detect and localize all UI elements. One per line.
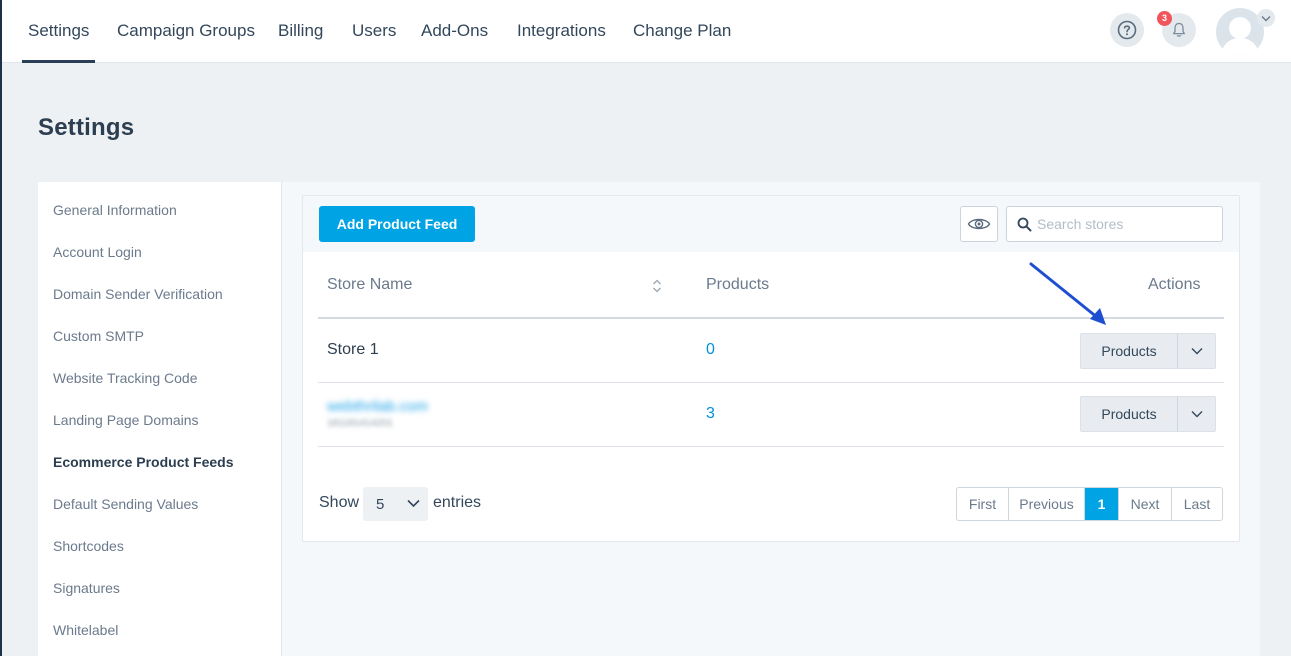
account-menu-toggle[interactable]	[1257, 9, 1275, 27]
window-edge	[0, 0, 2, 656]
entries-label: entries	[433, 494, 482, 511]
arrow-annotation	[1029, 262, 1106, 325]
pagination: First Previous 1 Next Last	[956, 487, 1223, 521]
row-divider	[318, 446, 1224, 447]
nav-tab-settings[interactable]: Settings	[21, 0, 96, 63]
table-row-2-products-button[interactable]: Products	[1081, 397, 1177, 431]
chevron-down-icon	[407, 499, 420, 508]
column-header-store-name[interactable]: Store Name	[327, 276, 412, 294]
nav-tab-integrations[interactable]: Integrations	[517, 0, 606, 63]
page-size-value: 5	[376, 496, 385, 513]
table-row-2-products-split-button: Products	[1080, 396, 1216, 432]
table-row-2-actions-dropdown[interactable]	[1178, 397, 1215, 431]
toggle-visibility-button[interactable]	[960, 206, 998, 242]
search-icon	[1017, 217, 1032, 232]
pagination-last[interactable]: Last	[1172, 488, 1222, 520]
nav-tab-billing[interactable]: Billing	[278, 0, 323, 63]
eye-icon	[967, 218, 991, 230]
sidebar-item-website-tracking-code[interactable]: Website Tracking Code	[53, 370, 197, 386]
nav-tab-add-ons[interactable]: Add-Ons	[421, 0, 488, 63]
nav-tab-users[interactable]: Users	[352, 0, 396, 63]
bell-icon	[1172, 22, 1186, 37]
pagination-page-1[interactable]: 1	[1085, 488, 1119, 520]
show-label: Show	[319, 494, 360, 511]
sidebar-item-shortcodes[interactable]: Shortcodes	[53, 538, 124, 554]
sidebar-item-custom-smtp[interactable]: Custom SMTP	[53, 328, 144, 344]
column-header-products: Products	[706, 276, 770, 293]
chevron-down-icon	[1191, 348, 1202, 355]
chevron-down-icon	[1191, 411, 1202, 418]
page-size-select[interactable]: 5	[363, 487, 428, 521]
table-row-1-actions-dropdown[interactable]	[1178, 334, 1215, 368]
nav-tab-change-plan[interactable]: Change Plan	[633, 0, 731, 63]
table-row-1-products-split-button: Products	[1080, 333, 1216, 369]
sidebar-item-default-sending-values[interactable]: Default Sending Values	[53, 496, 198, 512]
chevron-down-icon	[1261, 15, 1271, 21]
table-row-1-products-button[interactable]: Products	[1081, 334, 1177, 368]
sidebar-item-domain-sender-verification[interactable]: Domain Sender Verification	[53, 286, 223, 302]
sidebar-item-ecommerce-product-feeds[interactable]: Ecommerce Product Feeds	[53, 454, 234, 470]
sidebar-item-signatures[interactable]: Signatures	[53, 580, 120, 596]
row-divider	[318, 382, 1224, 383]
pagination-next[interactable]: Next	[1119, 488, 1172, 520]
top-nav: Settings Campaign Groups Billing Users A…	[0, 0, 1291, 63]
sidebar-item-whitelabel[interactable]: Whitelabel	[53, 622, 118, 638]
sort-icon[interactable]	[651, 278, 663, 294]
help-icon	[1117, 20, 1137, 40]
page-title: Settings	[38, 114, 135, 141]
column-header-actions: Actions	[1148, 276, 1201, 293]
search-stores-field[interactable]	[1006, 206, 1223, 242]
notification-badge: 3	[1157, 11, 1172, 26]
table-row-2-store-name[interactable]: webthrilab.com	[327, 398, 428, 415]
sidebar-item-landing-page-domains[interactable]: Landing Page Domains	[53, 412, 199, 428]
add-product-feed-button[interactable]: Add Product Feed	[319, 206, 475, 242]
pagination-previous[interactable]: Previous	[1009, 488, 1085, 520]
sidebar-item-general-information[interactable]: General Information	[53, 202, 177, 218]
sidebar-item-account-login[interactable]: Account Login	[53, 244, 142, 260]
nav-tab-campaign-groups[interactable]: Campaign Groups	[117, 0, 255, 63]
help-button[interactable]	[1110, 13, 1144, 47]
table-row-2-product-count[interactable]: 3	[706, 405, 715, 423]
table-row-2-store-id: 181181414201	[327, 418, 393, 429]
pagination-first[interactable]: First	[957, 488, 1009, 520]
table-row-1-store-name: Store 1	[327, 341, 379, 358]
search-input[interactable]	[1037, 207, 1217, 241]
table-row-1-product-count[interactable]: 0	[706, 341, 715, 359]
